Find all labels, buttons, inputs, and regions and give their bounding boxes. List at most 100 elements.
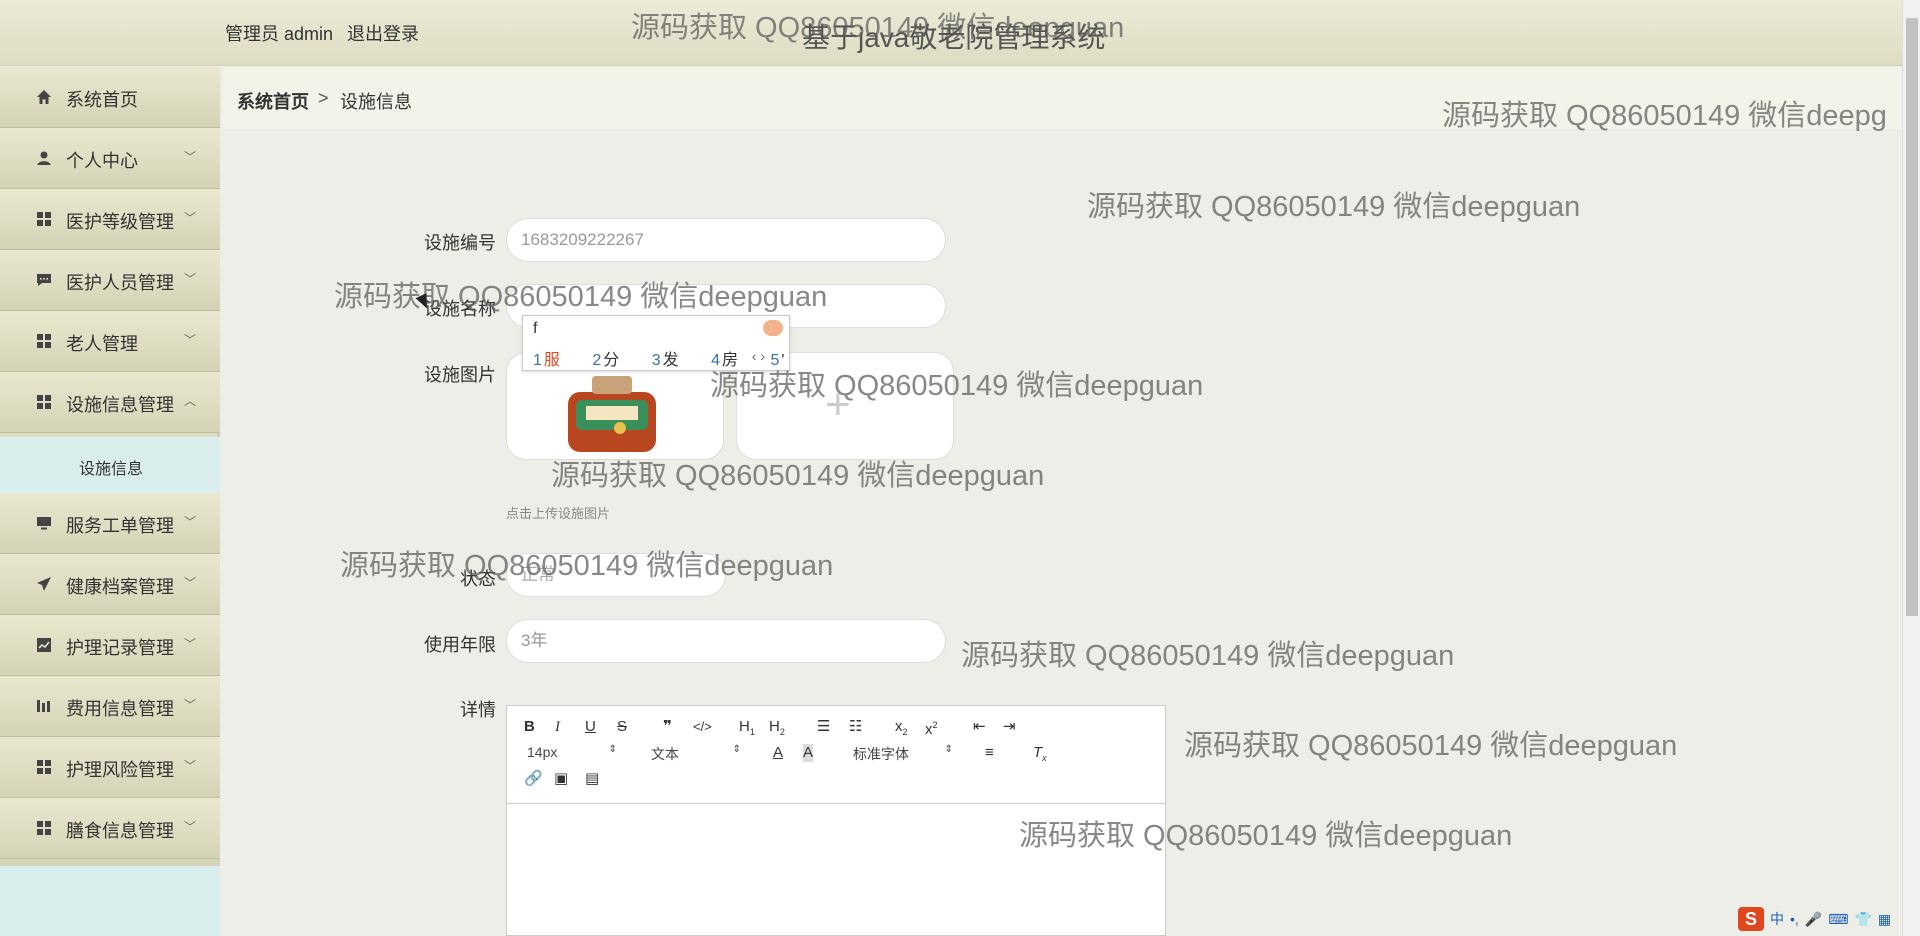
chevron-down-icon: ﹀ [184, 576, 197, 590]
breadcrumb-current: 设施信息 [340, 92, 412, 112]
ime-toolbox-icon[interactable]: ▦ [1878, 911, 1891, 928]
sidebar-item-personal-center[interactable]: 个人中心 ﹀ [0, 128, 220, 189]
scrollbar-thumb[interactable] [1906, 18, 1918, 616]
uploaded-bottle-image [568, 376, 656, 452]
font-size-value: 14px [527, 744, 558, 760]
ime-punctuation-icon[interactable]: •, [1790, 911, 1799, 927]
watermark-text: 源码获取 QQ86050149 微信deepguan [961, 640, 1455, 672]
sidebar-item-fees[interactable]: 费用信息管理 ﹀ [0, 676, 220, 737]
link-icon[interactable]: 🔗 [524, 770, 543, 788]
ime-mode-chinese[interactable]: 中 [1770, 909, 1784, 929]
sidebar-item-label: 医护人员管理 [66, 273, 174, 293]
bold-icon[interactable]: B [524, 718, 535, 736]
breadcrumb-home[interactable]: 系统首页 [237, 88, 309, 114]
logout-link[interactable]: 退出登录 [347, 20, 419, 46]
superscript-icon[interactable]: x2 [925, 716, 938, 739]
ime-voice-icon[interactable]: 🎤 [1805, 911, 1822, 928]
admin-user-label: 管理员 admin [225, 24, 334, 44]
sidebar-item-label: 护理记录管理 [66, 638, 174, 658]
chevron-down-icon: ﹀ [184, 820, 197, 834]
ime-candidate[interactable]: 3发 [652, 352, 693, 369]
grid-icon [36, 333, 52, 349]
code-icon[interactable]: </> [693, 718, 712, 736]
heading1-icon[interactable]: H1 [739, 718, 755, 741]
chevron-down-icon: ﹀ [184, 333, 197, 347]
ime-skin-icon[interactable] [763, 320, 783, 336]
user-icon [36, 150, 52, 166]
select-arrows-icon: ⇕ [732, 744, 741, 755]
sidebar-item-nursing-risk[interactable]: 护理风险管理 ﹀ [0, 737, 220, 798]
background-color-icon[interactable]: A [803, 744, 814, 762]
font-family-select[interactable]: 标准字体 ⇕ [853, 744, 953, 764]
sidebar-item-health-records[interactable]: 健康档案管理 ﹀ [0, 554, 220, 615]
subscript-icon[interactable]: x2 [895, 718, 908, 741]
grid-icon [36, 394, 52, 410]
chevron-up-icon: ︿ [184, 394, 197, 408]
facility-code-label: 设施编号 [424, 233, 496, 253]
heading2-icon[interactable]: H2 [769, 718, 785, 741]
sogou-logo-icon[interactable]: S [1738, 907, 1764, 931]
sidebar-item-care-staff[interactable]: 医护人员管理 ﹀ [0, 250, 220, 311]
ime-candidate[interactable]: 2分 [592, 352, 633, 369]
sidebar-item-meals[interactable]: 膳食信息管理 ﹀ [0, 798, 220, 859]
sidebar-item-care-level[interactable]: 医护等级管理 ﹀ [0, 189, 220, 250]
detail-label: 详情 [460, 700, 496, 720]
video-icon[interactable]: ▤ [585, 770, 599, 788]
page-scrollbar[interactable] [1902, 0, 1920, 936]
sidebar-item-home[interactable]: 系统首页 [0, 67, 220, 128]
ordered-list-icon[interactable]: ☰ [817, 718, 830, 736]
chevron-down-icon: ﹀ [184, 698, 197, 712]
outdent-icon[interactable]: ⇤ [973, 718, 986, 736]
chevron-down-icon: ﹀ [184, 637, 197, 651]
ime-candidate[interactable]: 1服 [533, 352, 574, 369]
watermark-text: 源码获取 QQ86050149 微信deepguan [631, 12, 1125, 44]
sidebar-item-label: 设施信息管理 [66, 395, 174, 415]
quote-icon[interactable]: ❞ [663, 718, 672, 736]
chevron-down-icon: ﹀ [184, 515, 197, 529]
sidebar-subitem-facility-info[interactable]: 设施信息 [0, 437, 220, 493]
breadcrumb-separator: > [318, 88, 329, 108]
sidebar-item-label: 膳食信息管理 [66, 821, 174, 841]
grid-icon [36, 759, 52, 775]
sidebar-item-service-orders[interactable]: 服务工单管理 ﹀ [0, 493, 220, 554]
home-icon [36, 89, 52, 105]
select-arrows-icon: ⇕ [944, 744, 953, 755]
font-size-select[interactable]: 14px ⇕ [527, 744, 617, 760]
sidebar-item-nursing-records[interactable]: 护理记录管理 ﹀ [0, 615, 220, 676]
watermark-text: 源码获取 QQ86050149 微信deepguan [1087, 191, 1581, 223]
ime-skin-icon[interactable]: 👕 [1854, 911, 1871, 928]
select-arrows-icon: ⇕ [608, 744, 617, 755]
indent-icon[interactable]: ⇥ [1003, 718, 1016, 736]
watermark-text: 源码获取 QQ86050149 微信deepguan [1019, 820, 1513, 852]
clear-format-icon[interactable]: Tx [1033, 744, 1047, 767]
grid-icon [36, 211, 52, 227]
block-type-value: 文本 [651, 746, 679, 762]
facility-code-field[interactable]: 1683209222267 [506, 218, 946, 262]
strike-icon[interactable]: S [617, 718, 627, 736]
sidebar-filler [0, 866, 220, 936]
chevron-down-icon: ﹀ [184, 150, 197, 164]
sidebar-item-label: 系统首页 [66, 90, 138, 110]
font-family-value: 标准字体 [853, 746, 909, 762]
upload-hint-text: 点击上传设施图片 [506, 506, 611, 521]
italic-icon[interactable]: I [555, 718, 560, 736]
ime-composition: f [533, 320, 538, 337]
sidebar-item-label: 费用信息管理 [66, 699, 174, 719]
facility-image-label: 设施图片 [424, 365, 496, 385]
sidebar-subitem-label: 设施信息 [79, 461, 144, 478]
bullet-list-icon[interactable]: ☷ [849, 718, 862, 736]
block-type-select[interactable]: 文本 ⇕ [651, 744, 741, 764]
underline-icon[interactable]: U [585, 718, 596, 736]
service-years-field[interactable]: 3年 [506, 619, 946, 663]
ime-tray: S 中 •, 🎤 ⌨ 👕 ▦ [1738, 906, 1891, 932]
font-color-icon[interactable]: A [773, 744, 783, 762]
bars-icon [36, 698, 52, 714]
sidebar-item-elderly[interactable]: 老人管理 ﹀ [0, 311, 220, 372]
ime-keyboard-icon[interactable]: ⌨ [1828, 911, 1848, 928]
chevron-down-icon: ﹀ [184, 272, 197, 286]
image-icon[interactable]: ▣ [554, 770, 568, 788]
chart-icon [36, 637, 52, 653]
send-icon [36, 576, 52, 592]
align-icon[interactable]: ≡ [985, 744, 994, 762]
sidebar-item-facility[interactable]: 设施信息管理 ︿ [0, 372, 220, 433]
